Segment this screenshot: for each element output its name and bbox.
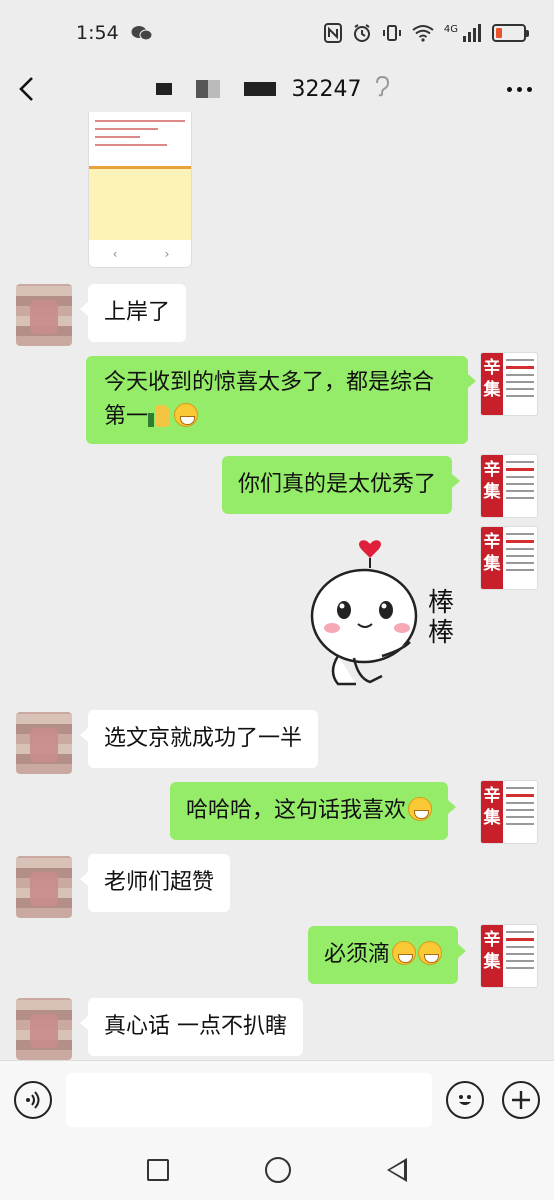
avatar[interactable] xyxy=(16,998,72,1060)
message-text: 你们真的是太优秀了 xyxy=(238,472,437,497)
avatar-logo-text: 辛集 xyxy=(481,353,503,415)
alarm-icon xyxy=(352,23,372,43)
status-left: 1:54 xyxy=(76,22,153,44)
message-text: 必须滴 xyxy=(324,942,391,967)
back-icon[interactable] xyxy=(16,76,38,102)
message-bubble[interactable]: 必须滴 xyxy=(308,926,467,984)
kiss-emoji-icon xyxy=(418,941,443,965)
nfc-icon xyxy=(323,23,342,43)
avatar-logo-text: 辛集 xyxy=(481,527,503,589)
emoji-icon[interactable] xyxy=(446,1081,484,1119)
thumb-content xyxy=(89,166,191,240)
avatar-lines xyxy=(506,787,534,830)
thumb-nav: ‹ › xyxy=(89,241,191,267)
avatar-logo-text: 辛集 xyxy=(481,781,503,843)
system-nav-bar xyxy=(0,1140,554,1200)
status-right: 4G xyxy=(323,23,529,43)
message-text: 上岸了 xyxy=(104,300,171,325)
chat-area[interactable]: ‹ › 上岸了 今天收到的惊喜太多了，都是综合 第一 辛集 你们真的是太优秀了 … xyxy=(0,112,554,1060)
message-bubble[interactable]: 你们真的是太优秀了 xyxy=(222,456,461,514)
wechat-icon xyxy=(131,24,153,42)
message-text: 哈哈哈，这句话我喜欢 xyxy=(186,798,407,823)
battery-icon xyxy=(492,24,529,42)
vibrate-icon xyxy=(382,23,402,43)
avatar[interactable] xyxy=(16,284,72,346)
smile-emoji-icon xyxy=(392,941,417,965)
voice-icon[interactable] xyxy=(14,1081,52,1119)
message-input[interactable] xyxy=(66,1073,432,1127)
message-text: 真心话 一点不扒瞎 xyxy=(104,1014,287,1039)
grin-emoji-icon xyxy=(174,403,199,427)
chat-title-text: 32247 xyxy=(291,76,362,102)
avatar-lines xyxy=(506,359,534,402)
message-text: 老师们超赞 xyxy=(104,870,215,895)
avatar-logo-text: 辛集 xyxy=(481,455,503,517)
ear-icon xyxy=(374,75,390,103)
thumb-lines xyxy=(95,120,185,152)
thumbs-up-icon xyxy=(148,403,172,427)
grin-emoji-icon xyxy=(408,797,433,821)
wifi-icon xyxy=(412,24,434,42)
chat-title: 32247 xyxy=(155,75,390,103)
avatar-logo-text: 辛集 xyxy=(481,925,503,987)
message-text-line1: 今天收到的惊喜太多了，都是综合 xyxy=(104,370,435,395)
avatar[interactable]: 辛集 xyxy=(480,924,538,988)
message-bubble[interactable]: 真心话 一点不扒瞎 xyxy=(80,998,303,1056)
avatar-lines xyxy=(506,461,534,504)
avatar-lines xyxy=(506,931,534,974)
sticker-text: 棒 棒 xyxy=(428,588,454,648)
redacted-name-block xyxy=(155,80,276,98)
avatar[interactable] xyxy=(16,712,72,774)
message-bubble[interactable]: 选文京就成功了一半 xyxy=(79,710,319,768)
image-message[interactable]: ‹ › xyxy=(88,112,192,268)
recents-icon[interactable] xyxy=(147,1159,169,1181)
status-time: 1:54 xyxy=(76,22,119,44)
avatar[interactable]: 辛集 xyxy=(480,780,538,844)
message-text: 选文京就成功了一半 xyxy=(104,726,303,751)
plus-icon[interactable] xyxy=(502,1081,540,1119)
home-icon[interactable] xyxy=(265,1157,291,1183)
battery-level xyxy=(496,28,502,38)
sticker-text-2: 棒 xyxy=(428,618,455,648)
network-label: 4G xyxy=(443,23,458,35)
message-bubble[interactable]: 上岸了 xyxy=(79,284,187,342)
avatar-lines xyxy=(506,533,534,576)
sticker-message[interactable]: 棒 棒 xyxy=(298,532,468,702)
sticker-text-1: 棒 xyxy=(428,588,455,618)
chat-header: 32247 xyxy=(0,66,554,112)
avatar[interactable] xyxy=(16,856,72,918)
message-bubble[interactable]: 哈哈哈，这句话我喜欢 xyxy=(170,782,457,840)
avatar[interactable]: 辛集 xyxy=(480,454,538,518)
back-nav-icon[interactable] xyxy=(387,1158,407,1182)
message-bubble[interactable]: 今天收到的惊喜太多了，都是综合 第一 xyxy=(86,356,476,444)
thumb-nav-left: ‹ xyxy=(112,247,118,261)
avatar[interactable]: 辛集 xyxy=(480,526,538,590)
avatar[interactable]: 辛集 xyxy=(480,352,538,416)
thumb-nav-right: › xyxy=(164,247,170,261)
message-text-line2: 第一 xyxy=(104,404,149,429)
signal-icon xyxy=(462,24,482,42)
message-bubble[interactable]: 老师们超赞 xyxy=(79,854,231,912)
input-bar xyxy=(0,1060,554,1140)
more-icon[interactable] xyxy=(507,86,532,92)
status-bar: 1:54 4G xyxy=(0,0,554,66)
